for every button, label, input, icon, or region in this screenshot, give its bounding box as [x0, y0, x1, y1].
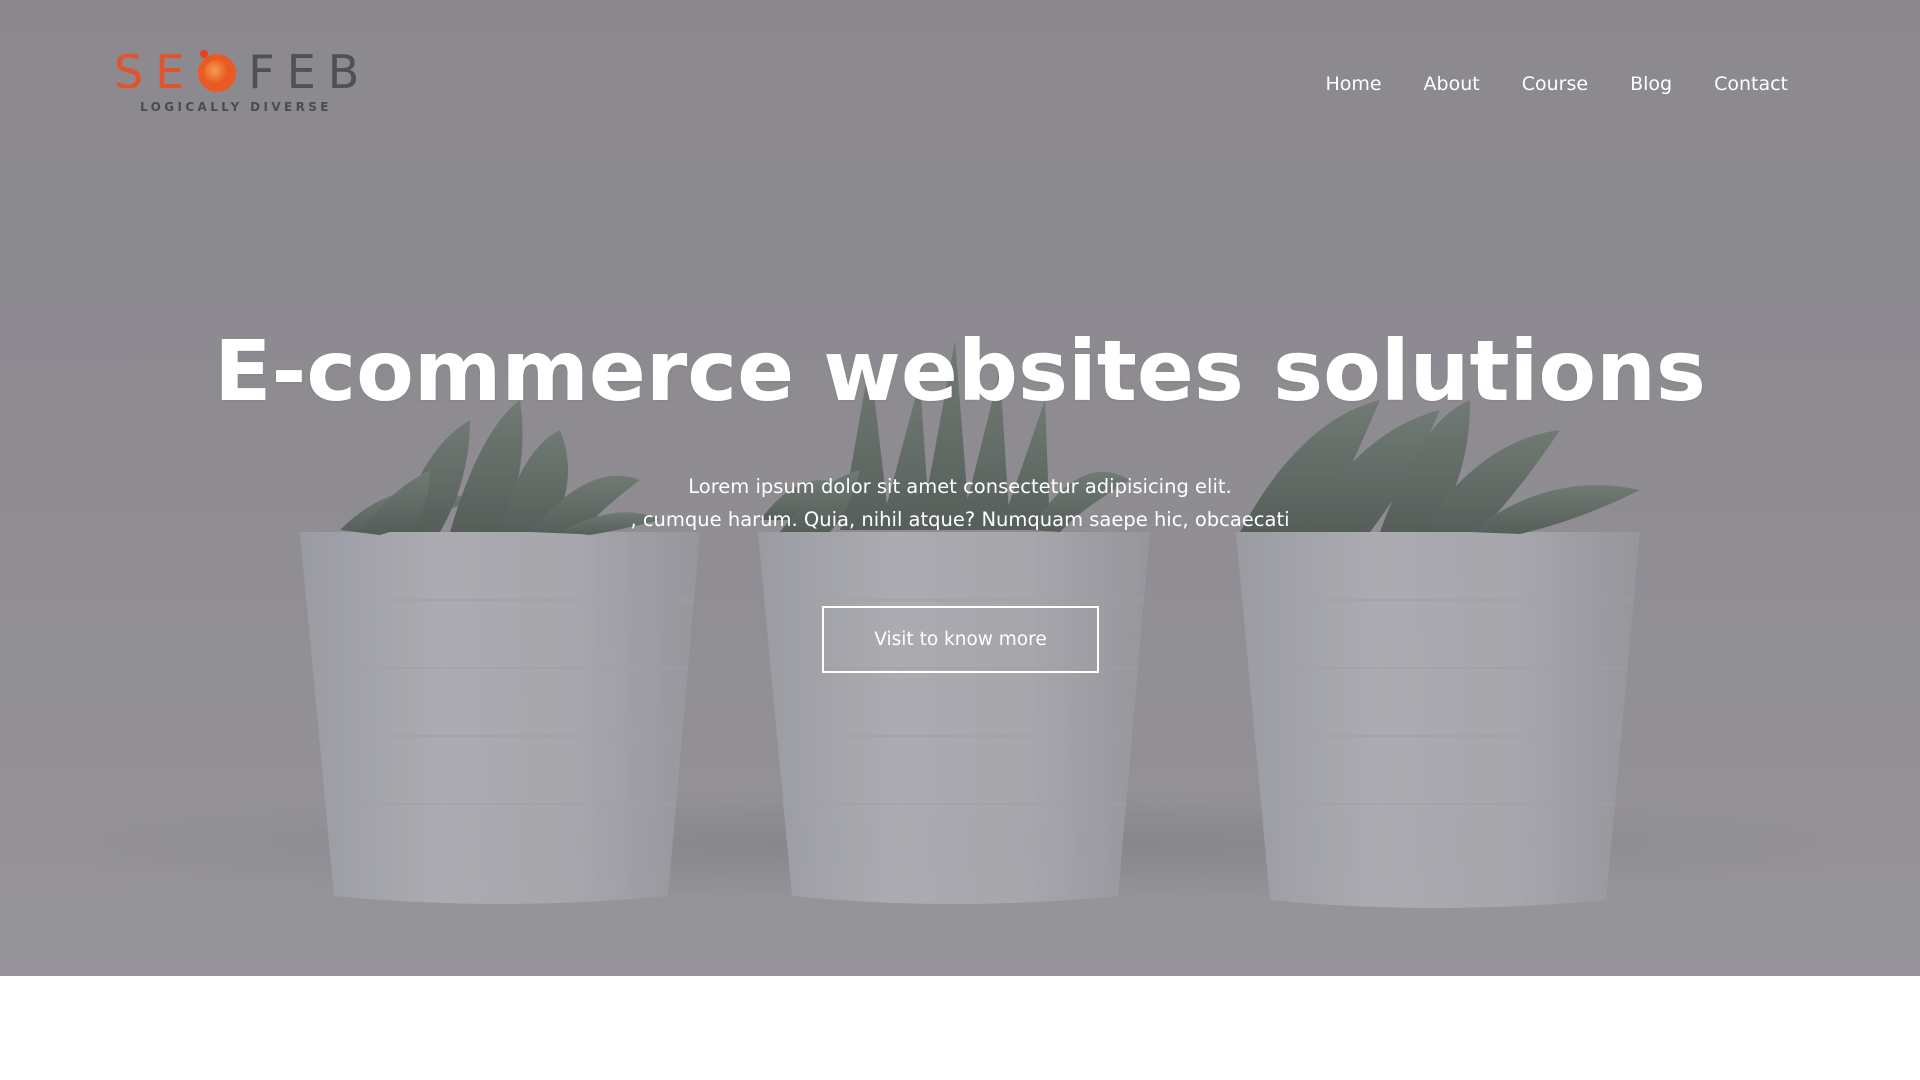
nav-home[interactable]: Home: [1325, 70, 1381, 98]
nav-blog[interactable]: Blog: [1630, 70, 1672, 98]
nav-contact[interactable]: Contact: [1714, 70, 1788, 98]
nav-about[interactable]: About: [1424, 70, 1480, 98]
brand-logo[interactable]: SE FEB LOGICALLY DIVERSE: [114, 44, 359, 124]
logo-letters-left: SE: [114, 45, 197, 99]
hero-headline: E-commerce websites solutions: [214, 322, 1706, 420]
logo-letters-right: FEB: [248, 45, 372, 99]
logo-tagline: LOGICALLY DIVERSE: [140, 100, 332, 114]
logo-o-icon: [198, 50, 237, 92]
hero-section: SE FEB LOGICALLY DIVERSE Home About Cours…: [0, 0, 1920, 976]
nav-course[interactable]: Course: [1522, 70, 1588, 98]
below-hero-section: [0, 976, 1920, 1080]
hero-subtext-line1: Lorem ipsum dolor sit amet consectetur a…: [688, 475, 1232, 498]
hero-subtext-line2: , cumque harum. Quia, nihil atque? Numqu…: [630, 508, 1290, 531]
hero-subtext: Lorem ipsum dolor sit amet consectetur a…: [0, 470, 1920, 536]
main-nav: Home About Course Blog Contact: [1325, 70, 1788, 98]
logo-wordmark: SE FEB: [114, 44, 371, 100]
visit-to-know-more-button[interactable]: Visit to know more: [822, 606, 1099, 673]
